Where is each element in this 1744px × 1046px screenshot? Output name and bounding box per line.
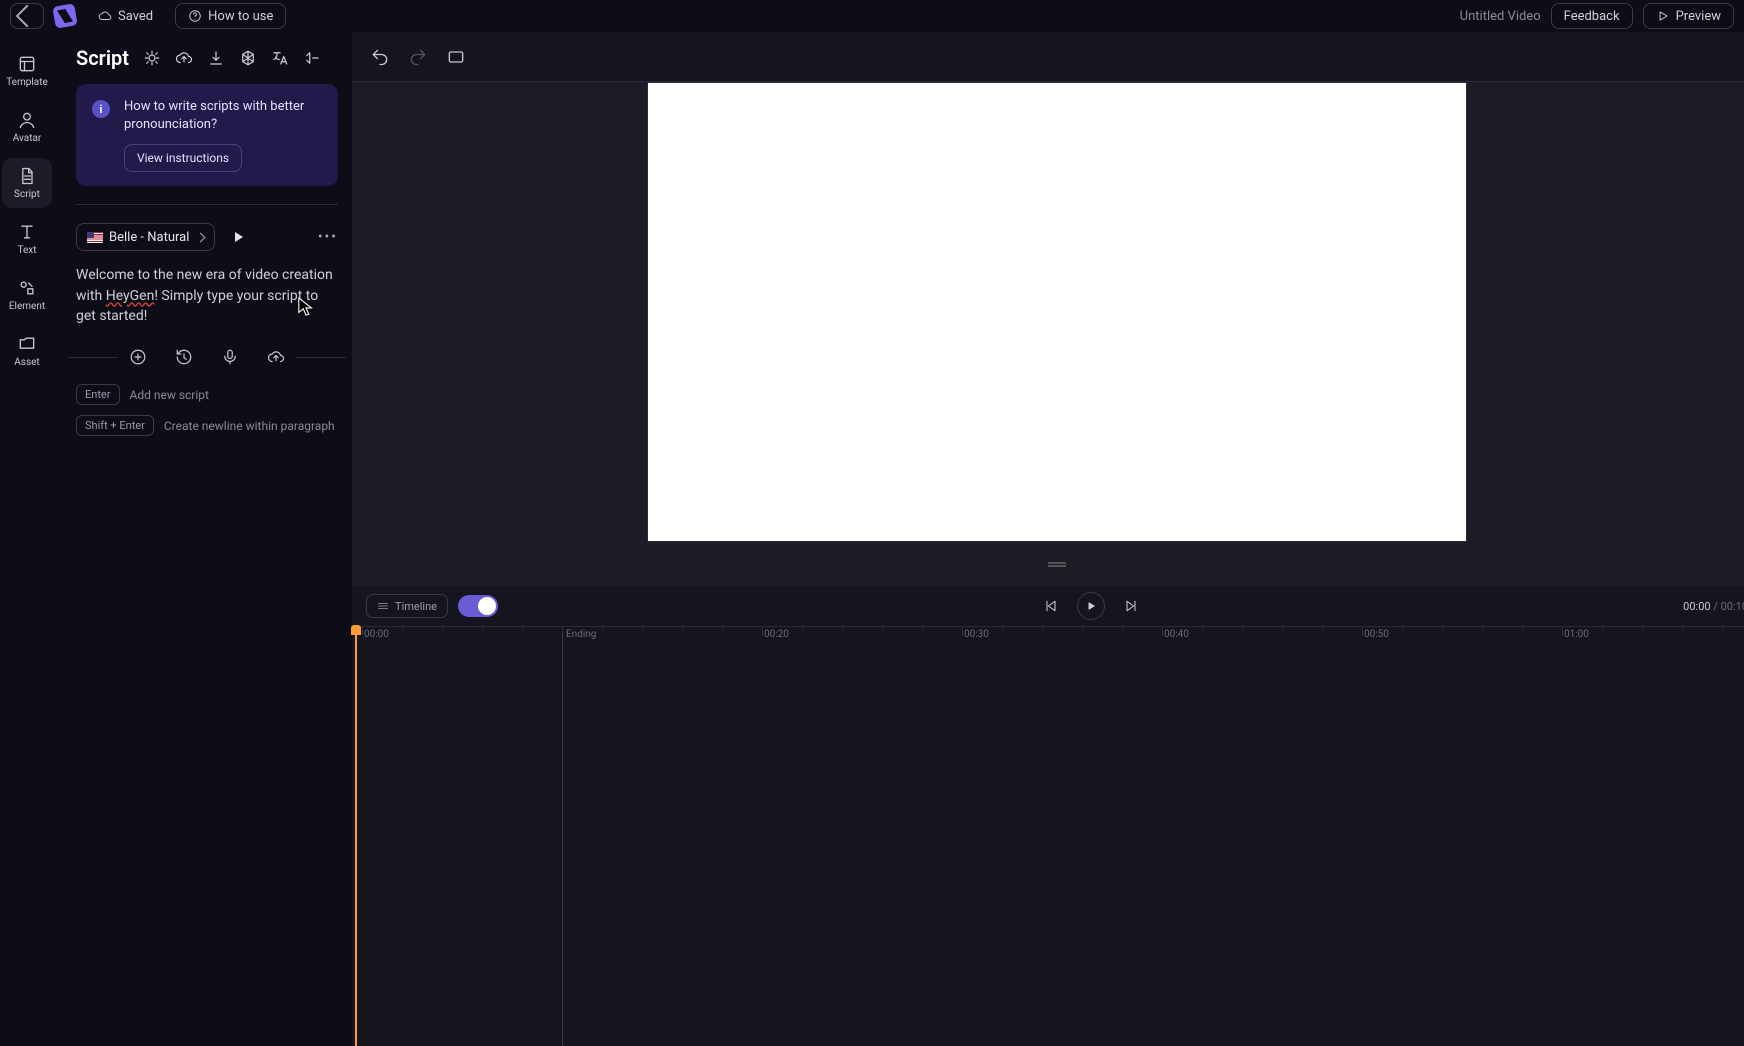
nav-rail: Template Avatar Script Text Element Asse… bbox=[0, 32, 54, 1046]
aspect-ratio-button[interactable] bbox=[446, 47, 466, 67]
timeline-chip-label: Timeline bbox=[395, 600, 437, 613]
timeline-chip[interactable]: Timeline bbox=[366, 594, 448, 618]
translate-icon[interactable] bbox=[271, 49, 289, 67]
ai-suggest-icon[interactable] bbox=[143, 49, 161, 67]
hint-enter-label: Add new script bbox=[130, 388, 209, 402]
skip-back-button[interactable] bbox=[1043, 598, 1059, 614]
project-title[interactable]: Untitled Video bbox=[1460, 9, 1541, 24]
preview-label: Preview bbox=[1676, 9, 1721, 24]
upload-icon[interactable] bbox=[175, 49, 193, 67]
rail-label: Text bbox=[17, 245, 36, 256]
expand-icon[interactable] bbox=[303, 49, 321, 67]
hint-shift-enter: Shift + Enter Create newline within para… bbox=[76, 415, 338, 436]
back-button[interactable] bbox=[10, 3, 44, 29]
play-icon bbox=[1656, 9, 1670, 23]
tip-card: i How to write scripts with better prono… bbox=[76, 84, 338, 186]
rail-avatar[interactable]: Avatar bbox=[2, 102, 52, 152]
flag-us-icon bbox=[87, 232, 103, 243]
canvas-area[interactable] bbox=[352, 82, 1744, 542]
drag-handle-icon bbox=[1048, 562, 1066, 567]
rail-script[interactable]: Script bbox=[2, 158, 52, 208]
video-canvas[interactable] bbox=[647, 82, 1467, 542]
download-icon[interactable] bbox=[207, 49, 225, 67]
feedback-label: Feedback bbox=[1564, 9, 1620, 24]
rail-text[interactable]: Text bbox=[2, 214, 52, 264]
clip-end-marker[interactable] bbox=[562, 627, 563, 1046]
divider bbox=[76, 204, 338, 205]
history-icon[interactable] bbox=[175, 348, 193, 366]
time-sep: / bbox=[1711, 600, 1721, 613]
undo-button[interactable] bbox=[370, 47, 390, 67]
cloud-saved-icon bbox=[98, 9, 112, 23]
app-logo-icon bbox=[52, 3, 77, 28]
kbd-enter: Enter bbox=[76, 384, 120, 405]
rail-template[interactable]: Template bbox=[2, 46, 52, 96]
link-icon bbox=[480, 599, 494, 613]
asset-icon bbox=[17, 334, 37, 354]
saved-label: Saved bbox=[118, 9, 153, 24]
editor-toolbar bbox=[352, 32, 1744, 82]
script-panel: Script i How to write scripts with bette… bbox=[54, 32, 352, 1046]
voice-more-menu[interactable]: ••• bbox=[318, 229, 338, 245]
voice-selector[interactable]: Belle - Natural bbox=[76, 223, 215, 251]
info-icon: i bbox=[92, 100, 110, 118]
help-icon bbox=[188, 9, 202, 23]
time-total: 00:10 bbox=[1721, 600, 1744, 613]
timeline-panel: Timeline 00:00 / 00:10 bbox=[352, 586, 1744, 1046]
tip-title: How to write scripts with better pronoun… bbox=[124, 98, 322, 134]
add-script-icon[interactable] bbox=[129, 348, 147, 366]
editor-area: Timeline 00:00 / 00:10 bbox=[352, 32, 1744, 1046]
microphone-icon[interactable] bbox=[221, 348, 239, 366]
script-icon bbox=[17, 166, 37, 186]
openai-icon[interactable] bbox=[239, 49, 257, 67]
kbd-shift-enter: Shift + Enter bbox=[76, 415, 154, 436]
upload-audio-icon[interactable] bbox=[267, 348, 285, 366]
element-icon bbox=[17, 278, 37, 298]
timeline-tracks[interactable]: Ending 00:00 00:10 00:20 00:30 00:40 00:… bbox=[352, 626, 1744, 1046]
timeline-icon bbox=[377, 600, 389, 612]
script-text-spell: HeyGen bbox=[106, 288, 155, 304]
skip-forward-button[interactable] bbox=[1123, 598, 1139, 614]
timeline-time: 00:00 / 00:10 bbox=[1683, 600, 1744, 613]
voice-name: Belle - Natural bbox=[109, 230, 189, 245]
rail-label: Asset bbox=[14, 357, 39, 368]
chevron-right-icon bbox=[196, 232, 206, 242]
rail-label: Element bbox=[9, 301, 45, 312]
hint-enter: Enter Add new script bbox=[76, 384, 338, 405]
vertical-splitter[interactable] bbox=[352, 542, 1744, 586]
how-to-use-button[interactable]: How to use bbox=[175, 3, 286, 29]
saved-indicator: Saved bbox=[86, 3, 165, 29]
rail-asset[interactable]: Asset bbox=[2, 326, 52, 376]
hint-shift-label: Create newline within paragraph bbox=[164, 419, 335, 433]
rail-label: Avatar bbox=[13, 133, 42, 144]
feedback-button[interactable]: Feedback bbox=[1551, 3, 1633, 29]
play-timeline-button[interactable] bbox=[1077, 592, 1105, 620]
script-textarea[interactable]: Welcome to the new era of video creation… bbox=[76, 265, 338, 326]
avatar-icon bbox=[17, 110, 37, 130]
rail-label: Template bbox=[6, 77, 48, 88]
playhead[interactable] bbox=[355, 627, 357, 1046]
rail-label: Script bbox=[14, 189, 40, 200]
view-instructions-button[interactable]: View instructions bbox=[124, 144, 242, 172]
arrow-back-icon bbox=[16, 5, 39, 28]
text-icon bbox=[17, 222, 37, 242]
play-voice-button[interactable] bbox=[235, 232, 243, 242]
link-toggle[interactable] bbox=[458, 595, 498, 617]
redo-button[interactable] bbox=[408, 47, 428, 67]
template-icon bbox=[17, 54, 37, 74]
preview-button[interactable]: Preview bbox=[1643, 3, 1734, 29]
time-ruler: 00:00 00:10 00:20 00:30 00:40 00:50 01:0… bbox=[352, 627, 1744, 649]
rail-element[interactable]: Element bbox=[2, 270, 52, 320]
tip-button-label: View instructions bbox=[137, 151, 229, 165]
panel-title: Script bbox=[76, 46, 129, 70]
play-icon bbox=[1086, 601, 1096, 611]
time-current: 00:00 bbox=[1683, 600, 1710, 613]
topbar: Saved How to use Untitled Video Feedback… bbox=[0, 0, 1744, 32]
how-to-use-label: How to use bbox=[208, 9, 273, 24]
